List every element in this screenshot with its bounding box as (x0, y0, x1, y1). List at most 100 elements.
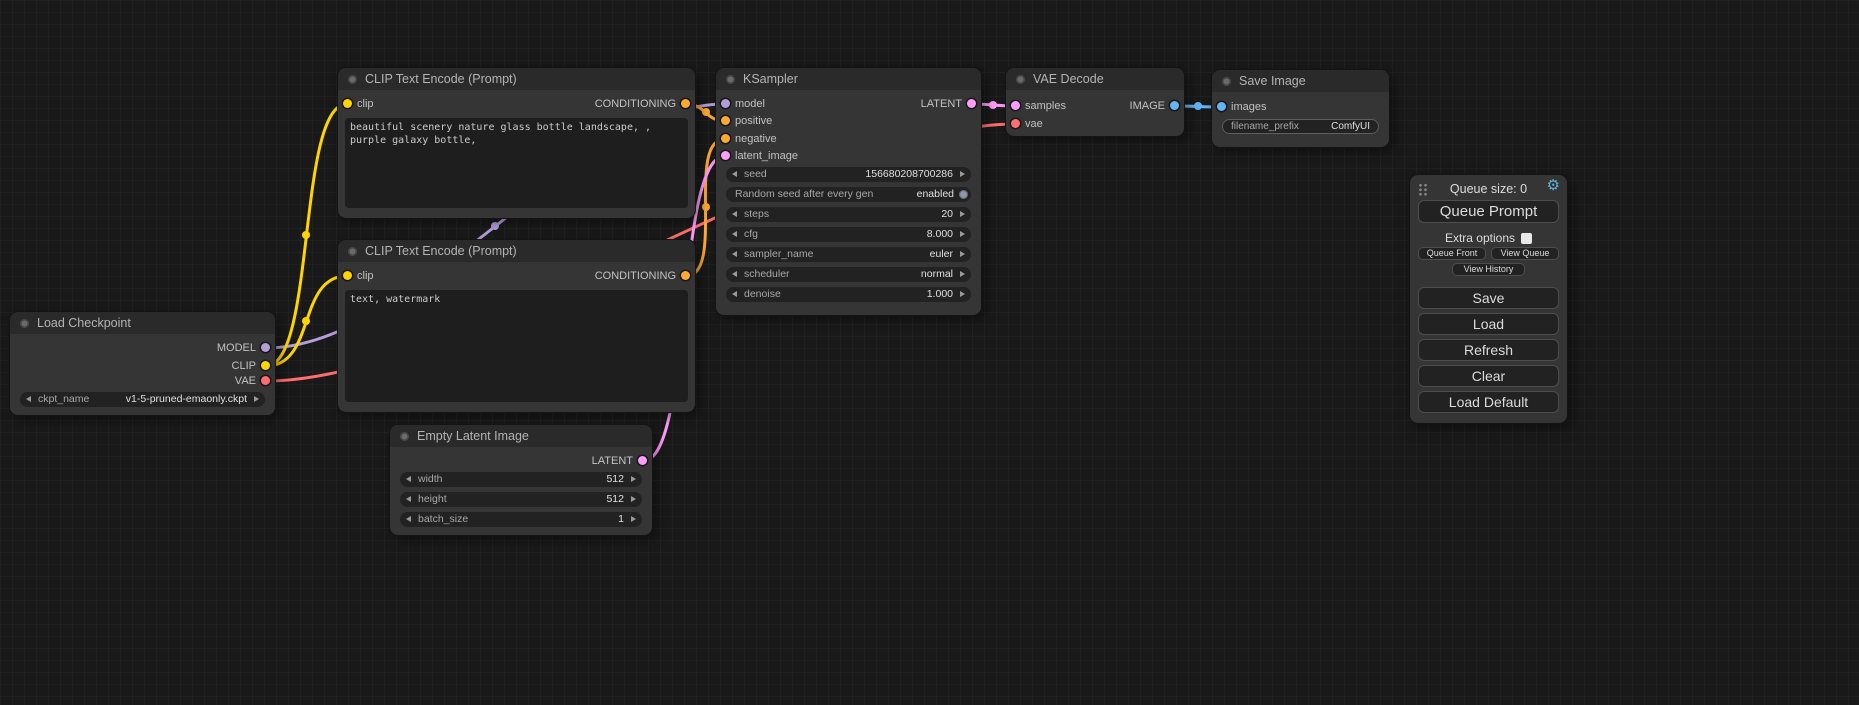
widget-denoise[interactable]: denoise 1.000 (726, 287, 971, 302)
node-save-image[interactable]: Save Image images filename_prefix ComfyU… (1212, 70, 1389, 147)
node-title: CLIP Text Encode (Prompt) (365, 72, 517, 86)
node-titlebar[interactable]: Empty Latent Image (390, 425, 652, 447)
slot-label-clip: clip (357, 269, 374, 283)
node-titlebar[interactable]: VAE Decode (1006, 68, 1184, 90)
widget-sampler-name[interactable]: sampler_name euler (726, 247, 971, 262)
node-vae-decode[interactable]: VAE Decode samples vae IMAGE (1006, 68, 1184, 136)
widget-filename-prefix[interactable]: filename_prefix ComfyUI (1222, 119, 1379, 134)
widget-label: scheduler (744, 267, 790, 282)
port-positive-input[interactable] (721, 116, 730, 125)
widget-steps[interactable]: steps 20 (726, 207, 971, 222)
widget-random-seed-toggle[interactable]: Random seed after every gen enabled (726, 187, 971, 202)
collapse-dot-icon[interactable] (348, 247, 357, 256)
node-empty-latent-image[interactable]: Empty Latent Image LATENT width 512 heig… (390, 425, 652, 535)
port-vae-output[interactable] (261, 376, 270, 385)
decrement-icon[interactable] (732, 211, 737, 217)
widget-ckpt-name[interactable]: ckpt_name v1-5-pruned-emaonly.ckpt (20, 392, 265, 407)
collapse-dot-icon[interactable] (726, 75, 735, 84)
collapse-dot-icon[interactable] (1222, 77, 1231, 86)
slot-label-positive: positive (735, 114, 772, 128)
port-conditioning-output[interactable] (681, 271, 690, 280)
toggle-knob-icon[interactable] (959, 190, 968, 199)
port-latent-output[interactable] (638, 456, 647, 465)
port-negative-input[interactable] (721, 134, 730, 143)
prompt-textarea[interactable]: text, watermark (345, 290, 688, 402)
widget-scheduler[interactable]: scheduler normal (726, 267, 971, 282)
queue-prompt-button[interactable]: Queue Prompt (1418, 200, 1559, 223)
node-titlebar[interactable]: Save Image (1212, 70, 1389, 92)
port-conditioning-output[interactable] (681, 99, 690, 108)
widget-width[interactable]: width 512 (400, 472, 642, 487)
port-image-output[interactable] (1170, 101, 1179, 110)
view-queue-button[interactable]: View Queue (1491, 247, 1559, 260)
port-clip-input[interactable] (343, 99, 352, 108)
wire-midpoint-dot (702, 108, 710, 116)
decrement-icon[interactable] (406, 476, 411, 482)
decrement-icon[interactable] (732, 251, 737, 257)
decrement-icon[interactable] (406, 496, 411, 502)
node-ksampler[interactable]: KSampler model positive negative latent_… (716, 68, 981, 315)
slot-label-negative: negative (735, 132, 777, 146)
port-latent-output[interactable] (967, 99, 976, 108)
port-model-input[interactable] (721, 99, 730, 108)
extra-options-checkbox[interactable] (1521, 233, 1532, 244)
settings-gear-icon[interactable]: ⚙ (1547, 178, 1560, 194)
port-samples-input[interactable] (1011, 101, 1020, 110)
port-vae-input[interactable] (1011, 119, 1020, 128)
widget-height[interactable]: height 512 (400, 492, 642, 507)
slot-label-latent-image: latent_image (735, 149, 798, 163)
refresh-button[interactable]: Refresh (1418, 339, 1559, 361)
port-images-input[interactable] (1217, 102, 1226, 111)
node-titlebar[interactable]: CLIP Text Encode (Prompt) (338, 68, 695, 90)
widget-cfg[interactable]: cfg 8.000 (726, 227, 971, 242)
port-model-output[interactable] (261, 343, 270, 352)
prompt-textarea[interactable]: beautiful scenery nature glass bottle la… (345, 118, 688, 208)
node-load-checkpoint[interactable]: Load Checkpoint MODEL CLIP VAE ckpt_name… (10, 312, 275, 415)
queue-front-button[interactable]: Queue Front (1418, 247, 1486, 260)
widget-batch-size[interactable]: batch_size 1 (400, 512, 642, 527)
view-history-button[interactable]: View History (1452, 263, 1525, 276)
slot-label-images: images (1231, 100, 1266, 114)
node-title: CLIP Text Encode (Prompt) (365, 244, 517, 258)
node-clip-text-encode-negative[interactable]: CLIP Text Encode (Prompt) clip CONDITION… (338, 240, 695, 412)
node-titlebar[interactable]: Load Checkpoint (10, 312, 275, 334)
collapse-dot-icon[interactable] (348, 75, 357, 84)
collapse-dot-icon[interactable] (400, 432, 409, 441)
increment-icon[interactable] (254, 396, 259, 402)
decrement-icon[interactable] (26, 396, 31, 402)
collapse-dot-icon[interactable] (20, 319, 29, 328)
increment-icon[interactable] (960, 171, 965, 177)
wire-midpoint-dot (302, 231, 310, 239)
collapse-dot-icon[interactable] (1016, 75, 1025, 84)
increment-icon[interactable] (960, 291, 965, 297)
node-clip-text-encode-positive[interactable]: CLIP Text Encode (Prompt) clip CONDITION… (338, 68, 695, 218)
decrement-icon[interactable] (732, 291, 737, 297)
port-clip-output[interactable] (261, 361, 270, 370)
increment-icon[interactable] (960, 271, 965, 277)
node-titlebar[interactable]: KSampler (716, 68, 981, 90)
clear-button[interactable]: Clear (1418, 365, 1559, 387)
node-graph-canvas[interactable]: Load Checkpoint MODEL CLIP VAE ckpt_name… (0, 0, 1859, 705)
widget-value: 1 (618, 512, 624, 527)
port-clip-input[interactable] (343, 271, 352, 280)
widget-seed[interactable]: seed 156680208700286 (726, 167, 971, 182)
load-default-button[interactable]: Load Default (1418, 391, 1559, 413)
decrement-icon[interactable] (732, 231, 737, 237)
port-latent-image-input[interactable] (721, 151, 730, 160)
increment-icon[interactable] (960, 231, 965, 237)
node-title: Save Image (1239, 74, 1306, 88)
increment-icon[interactable] (631, 496, 636, 502)
save-button[interactable]: Save (1418, 287, 1559, 309)
slot-label-image: IMAGE (1130, 99, 1165, 113)
load-button[interactable]: Load (1418, 313, 1559, 335)
decrement-icon[interactable] (732, 271, 737, 277)
increment-icon[interactable] (960, 211, 965, 217)
decrement-icon[interactable] (732, 171, 737, 177)
queue-menu-panel[interactable]: Queue size: 0 ⚙ Queue Prompt Extra optio… (1410, 175, 1567, 423)
wire-midpoint-dot (1194, 102, 1202, 110)
decrement-icon[interactable] (406, 516, 411, 522)
node-titlebar[interactable]: CLIP Text Encode (Prompt) (338, 240, 695, 262)
increment-icon[interactable] (631, 516, 636, 522)
increment-icon[interactable] (631, 476, 636, 482)
increment-icon[interactable] (960, 251, 965, 257)
